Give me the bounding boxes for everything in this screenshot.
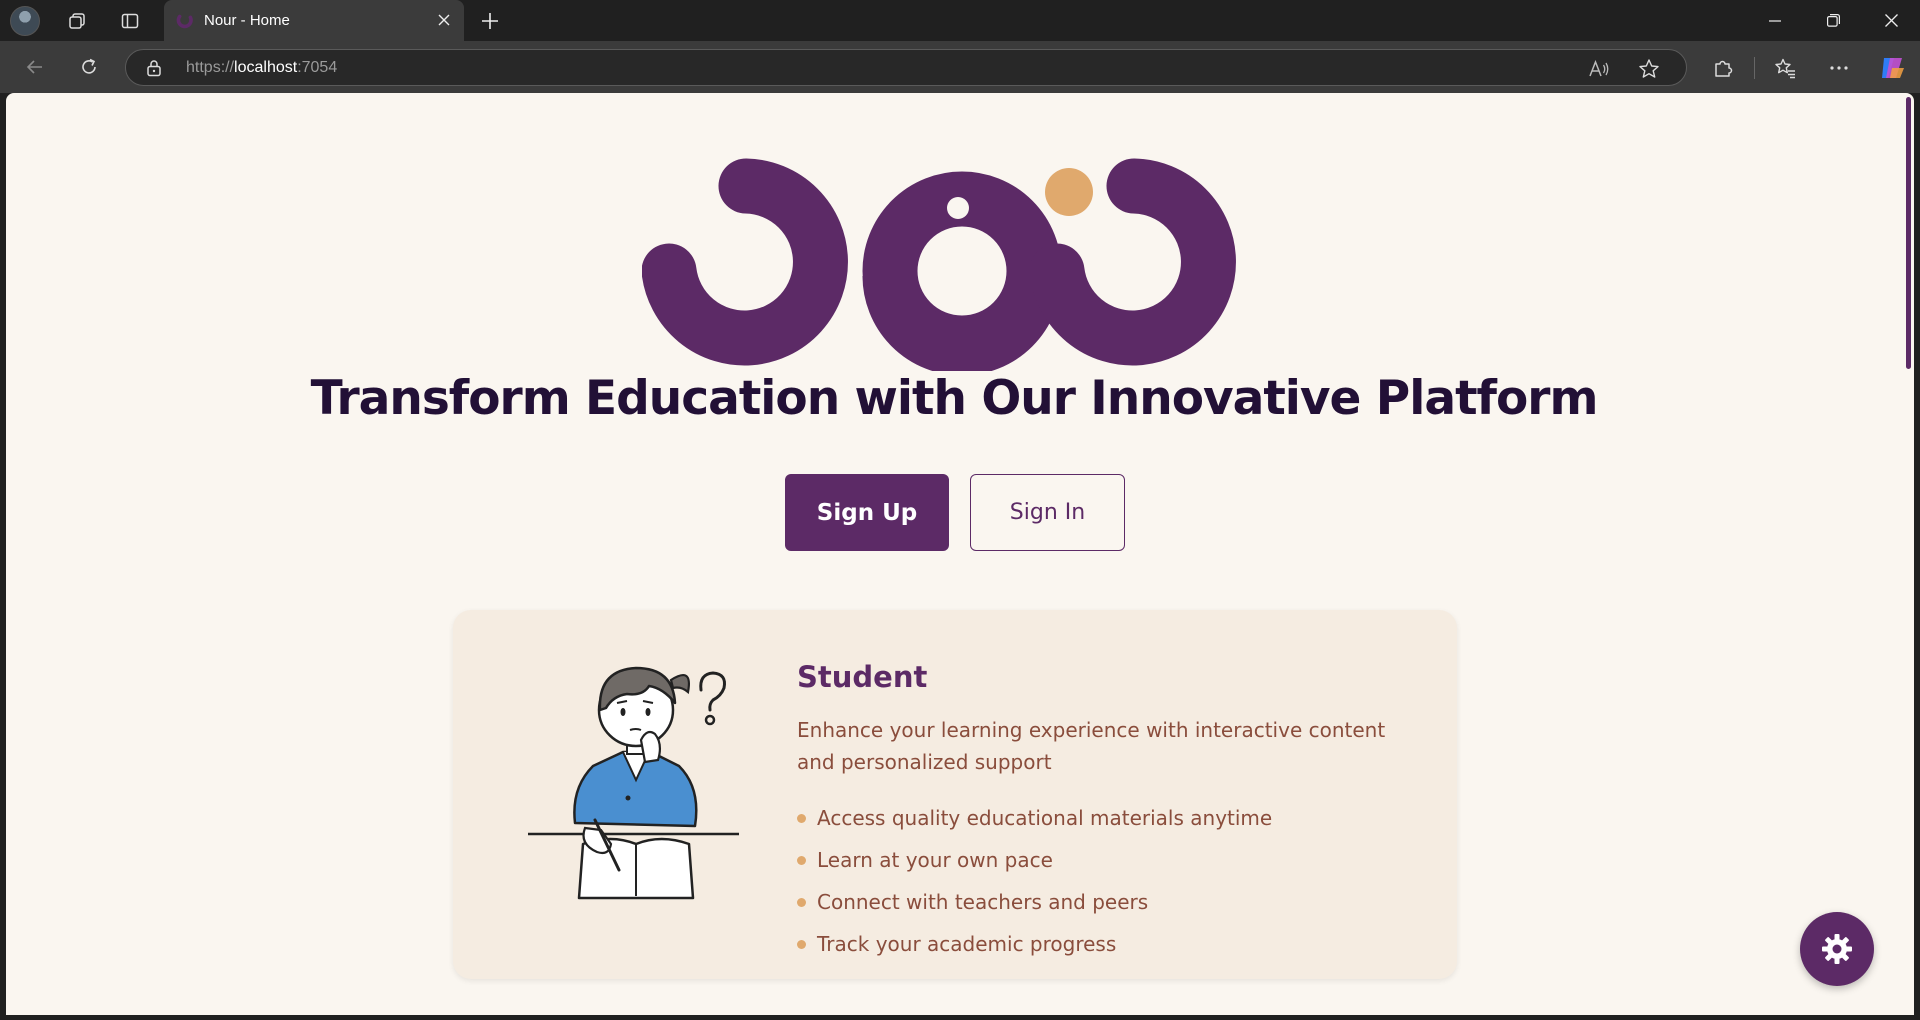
workspaces-icon[interactable] (61, 6, 93, 36)
bullet-dot-icon (797, 813, 806, 823)
back-arrow-icon[interactable] (19, 51, 51, 83)
bullet-dot-icon (797, 855, 806, 865)
read-aloud-icon[interactable] (1586, 56, 1612, 82)
copilot-icon[interactable] (1877, 53, 1907, 83)
feature-list: Access quality educational materials any… (797, 797, 1272, 965)
nour-favicon-icon (176, 14, 193, 28)
browser-titlebar: Nour - Home (0, 0, 1920, 41)
settings-button[interactable] (1800, 912, 1874, 986)
refresh-icon[interactable] (73, 51, 105, 83)
profile-avatar[interactable] (10, 6, 40, 36)
url-text[interactable]: https://localhost:7054 (186, 59, 337, 77)
extensions-icon[interactable] (1708, 53, 1738, 83)
vertical-tabs-icon[interactable] (114, 6, 146, 36)
list-item: Learn at your own pace (797, 839, 1272, 881)
more-options-icon[interactable] (1824, 53, 1854, 83)
toolbar-divider (1754, 57, 1755, 79)
minimize-icon[interactable] (1746, 0, 1804, 41)
thinking-student-illustration (528, 666, 739, 900)
hero-title: Transform Education with Our Innovative … (310, 371, 1599, 426)
close-tab-icon[interactable] (434, 10, 454, 30)
card-description: Enhance your learning experience with in… (797, 718, 1386, 774)
list-item: Connect with teachers and peers (797, 881, 1272, 923)
sign-up-button[interactable]: Sign Up (785, 474, 949, 551)
lock-icon[interactable] (146, 59, 162, 77)
scrollbar-thumb[interactable] (1906, 97, 1911, 369)
list-item: Access quality educational materials any… (797, 797, 1272, 839)
favorite-star-icon[interactable] (1636, 56, 1662, 82)
card-title: Student (797, 660, 928, 694)
gear-icon (1822, 934, 1852, 964)
active-tab[interactable]: Nour - Home (164, 0, 464, 41)
student-card: Student Enhance your learning experience… (453, 610, 1457, 979)
page-viewport: Transform Education with Our Innovative … (6, 93, 1914, 1015)
page-scrollbar[interactable] (1902, 93, 1914, 1015)
tab-title: Nour - Home (204, 12, 290, 29)
sign-in-button[interactable]: Sign In (970, 474, 1125, 551)
bullet-dot-icon (797, 897, 806, 907)
new-tab-icon[interactable] (474, 6, 506, 36)
restore-icon[interactable] (1804, 0, 1862, 41)
nour-logo (642, 158, 1236, 371)
address-bar[interactable]: https://localhost:7054 (125, 49, 1687, 86)
close-window-icon[interactable] (1862, 0, 1920, 41)
list-item: Track your academic progress (797, 923, 1272, 965)
bullet-dot-icon (797, 939, 806, 949)
favorites-icon[interactable] (1770, 53, 1800, 83)
browser-toolbar: https://localhost:7054 (0, 41, 1920, 93)
